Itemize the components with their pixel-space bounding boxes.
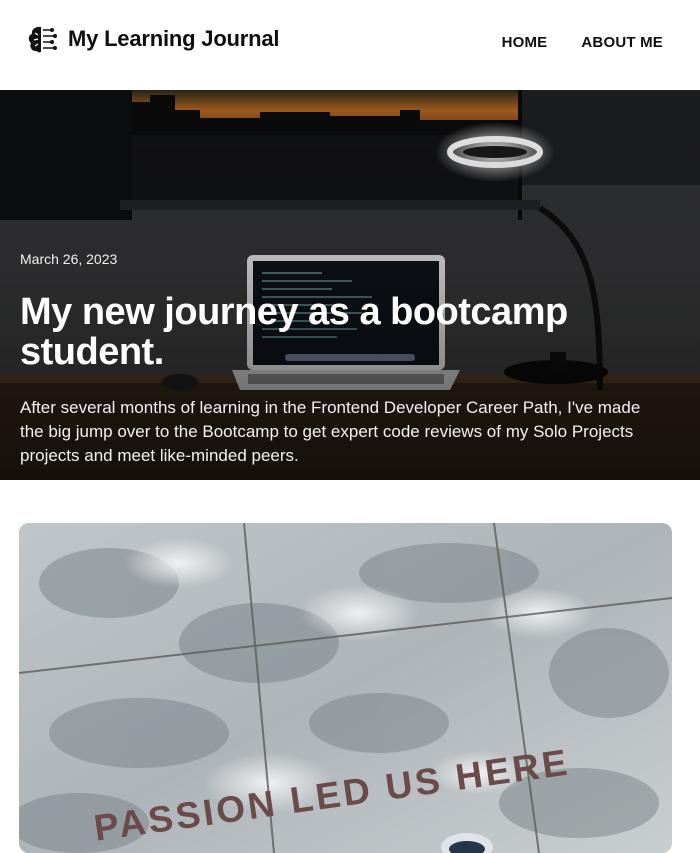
brain-circuit-icon (28, 26, 57, 53)
post-date: March 26, 2023 (20, 251, 118, 267)
brand[interactable]: My Learning Journal (26, 22, 280, 56)
post-title[interactable]: My new journey as a bootcamp student. (20, 292, 660, 372)
hero-post[interactable]: March 26, 2023 My new journey as a bootc… (0, 90, 700, 480)
passion-image: PASSION LED US HERE (19, 523, 672, 853)
main-nav: HOME ABOUT ME (502, 34, 663, 51)
nav-home-link[interactable]: HOME (502, 34, 548, 51)
nav-about-link[interactable]: ABOUT ME (581, 34, 663, 51)
featured-post-image[interactable]: PASSION LED US HERE (19, 523, 672, 853)
site-header: My Learning Journal HOME ABOUT ME (0, 0, 700, 90)
post-excerpt: After several months of learning in the … (20, 398, 641, 465)
site-title: My Learning Journal (68, 26, 280, 51)
